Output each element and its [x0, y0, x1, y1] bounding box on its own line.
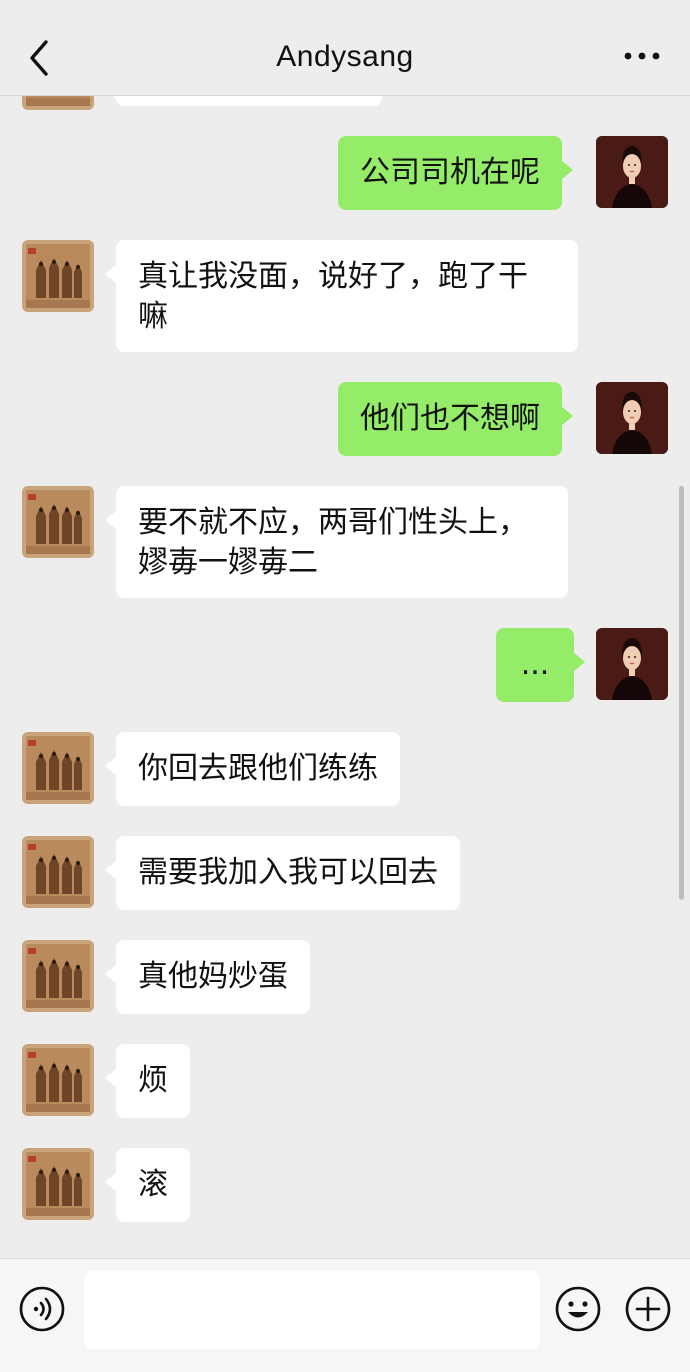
message-bubble-received[interactable]: 真他妈炒蛋	[105, 940, 310, 1014]
message-bubble-sent[interactable]: 他们也不想啊	[338, 382, 573, 456]
chat-title: Andysang	[276, 40, 414, 73]
message-bubble-sent[interactable]: 公司司机在呢	[338, 136, 573, 210]
message-bubble-received[interactable]: 滚	[105, 1148, 190, 1222]
contact-avatar[interactable]	[22, 940, 94, 1012]
message-bubble-received[interactable]: 烦	[105, 1044, 190, 1118]
message-bubble-received[interactable]: 需要我加入我可以回去	[105, 836, 460, 910]
contact-avatar[interactable]	[22, 732, 94, 804]
contact-avatar[interactable]	[22, 836, 94, 908]
emoji-icon	[555, 1286, 601, 1332]
scrollbar[interactable]	[679, 486, 684, 900]
more-button[interactable]	[622, 46, 662, 66]
more-horizontal-icon	[624, 52, 660, 60]
plus-circle-icon	[625, 1286, 671, 1332]
emoji-button[interactable]	[554, 1285, 602, 1333]
my-avatar[interactable]	[596, 382, 668, 454]
contact-avatar[interactable]	[22, 96, 94, 110]
message-bubble-received[interactable]: 要不就不应，两哥们性头上，嫪毐一嫪毐二	[105, 486, 568, 598]
contact-avatar[interactable]	[22, 486, 94, 558]
voice-button[interactable]	[18, 1285, 66, 1333]
voice-icon	[19, 1286, 65, 1332]
input-bar	[0, 1258, 690, 1372]
message-bubble-received[interactable]: 你回去跟他们练练	[105, 732, 400, 806]
contact-avatar[interactable]	[22, 1148, 94, 1220]
nav-header: Andysang	[0, 0, 690, 96]
message-bubble-partial	[105, 96, 382, 106]
contact-avatar[interactable]	[22, 1044, 94, 1116]
message-list[interactable]: 公司司机在呢 真让我没面，说好了，跑了干嘛 他们也不想啊 要不就不应，两哥们性头…	[0, 96, 690, 1260]
my-avatar[interactable]	[596, 136, 668, 208]
message-bubble-received[interactable]: 真让我没面，说好了，跑了干嘛	[105, 240, 578, 352]
my-avatar[interactable]	[596, 628, 668, 700]
more-functions-button[interactable]	[624, 1285, 672, 1333]
message-bubble-sent[interactable]: ...	[496, 628, 585, 702]
contact-avatar[interactable]	[22, 240, 94, 312]
message-input[interactable]	[84, 1271, 540, 1349]
